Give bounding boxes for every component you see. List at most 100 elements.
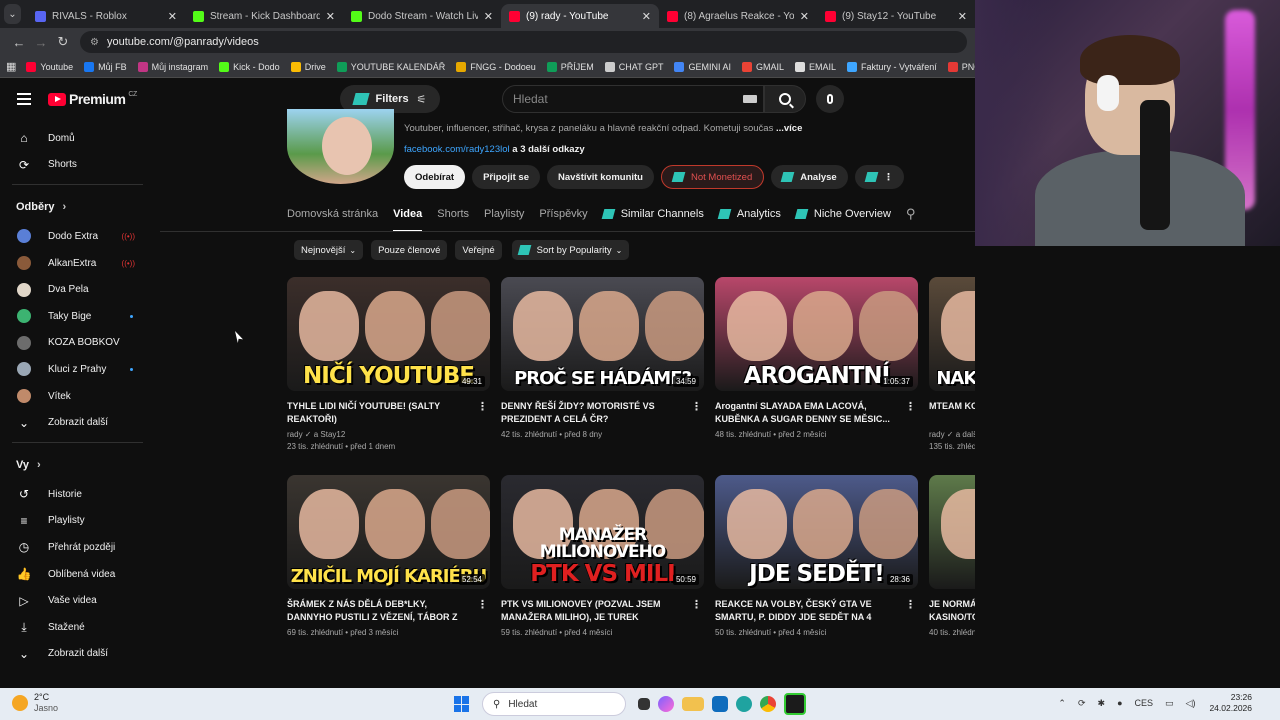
language-indicator[interactable]: CES — [1135, 698, 1154, 708]
browser-tab[interactable]: (9) Stay12 - YouTube ✕ — [817, 4, 975, 28]
sidebar-item[interactable]: ◷ Přehrát později — [0, 534, 155, 561]
site-info-icon[interactable]: ⚙ — [90, 37, 99, 48]
vidiq-tab[interactable]: Analytics — [717, 201, 781, 227]
video-thumbnail[interactable]: ZNIČIL MOJÍ KARIÉRU 52:54 — [287, 475, 490, 589]
channel-link[interactable]: facebook.com/rady123lol — [404, 144, 510, 155]
search-input[interactable]: Hledat — [502, 85, 764, 113]
forward-icon[interactable]: → — [30, 35, 52, 50]
video-card[interactable]: ZNIČIL MOJÍ KARIÉRU 52:54 ŠRÁMEK Z NÁS DĚL… — [287, 475, 490, 639]
channel-description[interactable]: Youtuber, influencer, střihač, krysa z p… — [404, 123, 802, 134]
voice-search-button[interactable] — [816, 85, 844, 113]
video-card[interactable]: PROČ SE HÁDÁME? 34:59 DENNY ŘEŠÍ ŽIDY? MOT… — [501, 277, 704, 441]
keyboard-icon[interactable] — [743, 95, 757, 103]
bookmark[interactable]: CHAT GPT — [604, 61, 663, 72]
video-card[interactable]: MTEAMNAKED ATTRACTION38:43 MTEAM KOUKÁ NA… — [929, 277, 975, 453]
video-card[interactable]: NIČÍ YOUTUBE 49:31 TYHLE LIDI NIČÍ YOUTUBE… — [287, 277, 490, 453]
channel-links[interactable]: facebook.com/rady123lol a 3 další odkazy — [404, 144, 585, 155]
bookmark[interactable]: EMAIL — [795, 61, 836, 72]
weather-widget[interactable]: 2°C Jasno — [12, 692, 58, 714]
video-thumbnail[interactable]: AROGANTNÍ 1:05:37 — [715, 277, 918, 391]
you-header[interactable]: Vy › — [0, 449, 155, 481]
youtube-logo[interactable]: Premium CZ — [48, 91, 137, 107]
video-title[interactable]: ŠRÁMEK Z NÁS DĚLÁ DEB*LKY, DANNYHO PUSTI… — [287, 598, 469, 624]
mic-icon[interactable]: ● — [1117, 698, 1122, 708]
bookmark[interactable]: Kick - Dodo — [219, 61, 280, 72]
taskbar-search[interactable]: ⚲ Hledat — [482, 692, 626, 716]
video-thumbnail[interactable]: JDE SEDĚT! 28:36 — [715, 475, 918, 589]
tray-overflow-icon[interactable]: ⌃ — [1058, 698, 1066, 709]
search-button[interactable] — [764, 85, 806, 113]
more-vert-icon[interactable]: ⋮ — [691, 400, 702, 413]
subscription-item[interactable]: Kluci z Prahy — [0, 356, 155, 383]
apps-icon[interactable]: ▦ — [6, 60, 16, 73]
sort-popularity-chip[interactable]: Sort by Popularity ⌄ — [511, 240, 630, 260]
close-tab-icon[interactable]: ✕ — [168, 10, 177, 23]
sidebar-item[interactable]: ⟳ Shorts — [0, 152, 155, 179]
tab-search-icon[interactable]: ⌄ — [4, 4, 21, 24]
you-show-more[interactable]: ⌄ Zobrazit další — [0, 641, 155, 668]
bookmark[interactable]: GEMINI AI — [674, 61, 731, 72]
video-title[interactable]: MTEAM KOUKÁ NA NAKED ATTRACTION — [929, 400, 975, 426]
video-thumbnail[interactable]: PROMUJECRYPTO DĚTEM?!31:11 — [929, 475, 975, 589]
explorer-icon[interactable] — [682, 697, 704, 711]
video-channel-extra[interactable]: a Stay12 — [314, 430, 346, 439]
video-title[interactable]: REAKCE NA VOLBY, ČESKÝ GTA VE SMARTU, P.… — [715, 598, 897, 624]
members-only-chip[interactable]: Pouze členové — [371, 240, 448, 260]
channel-avatar[interactable] — [287, 109, 394, 184]
close-tab-icon[interactable]: ✕ — [958, 10, 967, 23]
video-thumbnail[interactable]: MTEAMNAKED ATTRACTION38:43 — [929, 277, 975, 391]
video-title[interactable]: DENNY ŘEŠÍ ŽIDY? MOTORISTÉ VS PREZIDENT … — [501, 400, 683, 426]
subscription-item[interactable]: Vítek — [0, 383, 155, 410]
video-title[interactable]: PTK VS MILIONOVEY (POZVAL JSEM MANAŽERA … — [501, 598, 683, 624]
bluetooth-icon[interactable]: ✱ — [1098, 698, 1106, 709]
channel-tab[interactable]: Shorts — [437, 201, 469, 227]
bookmark[interactable]: PNG to PDF — [947, 61, 975, 72]
bookmark[interactable]: GMAIL — [741, 61, 784, 72]
vidiq-tab[interactable]: Niche Overview — [794, 201, 891, 227]
chrome-icon[interactable] — [760, 696, 776, 712]
close-tab-icon[interactable]: ✕ — [326, 10, 335, 23]
video-title[interactable]: TYHLE LIDI NIČÍ YOUTUBE! (SALTY REAKTOŘI… — [287, 400, 469, 426]
bookmark[interactable]: PŘÍJEM — [546, 61, 594, 72]
edge-icon[interactable] — [736, 696, 752, 712]
more-vert-icon[interactable]: ⋮ — [477, 598, 488, 611]
subscription-item[interactable]: KOZA BOBKOV — [0, 330, 155, 357]
channel-tab[interactable]: Playlisty — [484, 201, 524, 227]
channel-tab[interactable]: Příspěvky — [539, 201, 587, 227]
copilot-icon[interactable] — [658, 696, 674, 712]
reload-icon[interactable]: ↻ — [52, 34, 74, 50]
video-title[interactable]: JE NORMÁLNÍ PROMOVAT CRYPTO KASINO/TOKEN… — [929, 598, 975, 624]
bookmark[interactable]: Faktury - Vytváření — [847, 61, 937, 72]
community-button[interactable]: Navštívit komunitu — [547, 165, 654, 189]
start-icon[interactable] — [454, 696, 470, 712]
browser-tab[interactable]: RIVALS - Roblox ✕ — [27, 4, 185, 28]
outlook-icon[interactable] — [712, 696, 728, 712]
sort-newest-chip[interactable]: Nejnovější ⌄ — [294, 240, 364, 260]
subscribe-button[interactable]: Odebírat — [404, 165, 466, 189]
description-more[interactable]: ...více — [776, 123, 802, 134]
more-vert-icon[interactable]: ⋮ — [905, 400, 916, 413]
channel-tab[interactable]: Domovská stránka — [287, 201, 378, 227]
task-view-icon[interactable] — [638, 698, 650, 710]
browser-tab[interactable]: (8) Agraelus Reakce - YouTube ✕ — [659, 4, 817, 28]
subscription-item[interactable]: Taky Bige — [0, 303, 155, 330]
more-vert-icon[interactable]: ⋮ — [691, 598, 702, 611]
not-monetized-badge[interactable]: Not Monetized — [661, 165, 765, 189]
bookmark[interactable]: FNGG - Dodoeu — [456, 61, 536, 72]
back-icon[interactable]: ← — [8, 35, 30, 50]
more-links[interactable]: a 3 další odkazy — [512, 144, 584, 155]
sidebar-item[interactable]: ⤓ Stažené — [0, 614, 155, 641]
analyse-button[interactable]: Analyse — [771, 165, 848, 189]
video-card[interactable]: MANAŽER MILIONOVEHO PTK VS MILI 50:59 PTK V… — [501, 475, 704, 639]
menu-icon[interactable] — [17, 93, 31, 108]
app-icon[interactable] — [784, 693, 806, 715]
url-field[interactable]: ⚙ youtube.com/@panrady/videos — [80, 31, 967, 53]
bookmark[interactable]: YOUTUBE KALENDÁŘ — [336, 61, 445, 72]
video-card[interactable]: PROMUJECRYPTO DĚTEM?!31:11 JE NORMÁLNÍ PR… — [929, 475, 975, 639]
subs-show-more[interactable]: ⌄ Zobrazit další — [0, 409, 155, 436]
close-tab-icon[interactable]: ✕ — [484, 10, 493, 23]
video-card[interactable]: AROGANTNÍ 1:05:37 Arogantní SLAYADA EMA LA… — [715, 277, 918, 441]
video-title[interactable]: Arogantní SLAYADA EMA LACOVÁ, KUBĚNKA A … — [715, 400, 897, 426]
bookmark[interactable]: Můj FB — [84, 61, 127, 72]
subscription-item[interactable]: Dva Pela — [0, 276, 155, 303]
